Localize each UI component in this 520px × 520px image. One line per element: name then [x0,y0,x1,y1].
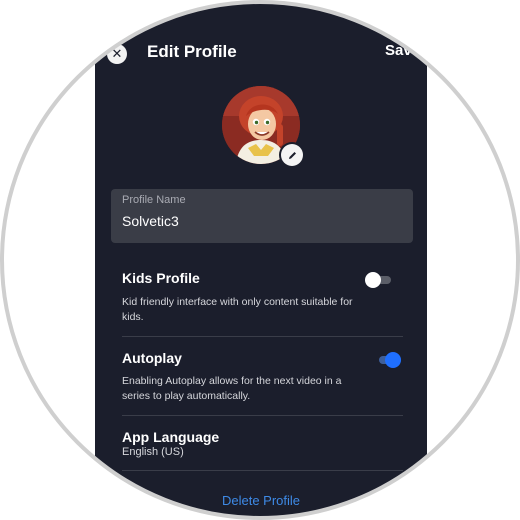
circular-frame: • ✕ Edit Profile Sav Profile Name Solvet… [2,2,518,518]
pencil-icon [288,151,296,159]
autoplay-toggle[interactable] [375,351,403,369]
autoplay-toggle-knob [385,352,401,368]
save-button[interactable]: Sav [385,42,412,59]
kids-profile-toggle-knob [365,272,381,288]
kids-profile-title: Kids Profile [122,270,200,286]
close-button[interactable]: ✕ [107,44,127,64]
divider [122,470,403,471]
app-language-title[interactable]: App Language [122,429,219,445]
page-title: Edit Profile [147,42,237,61]
edit-avatar-button[interactable] [281,144,303,166]
profile-name-input[interactable]: Solvetic3 [122,213,179,229]
close-icon: ✕ [111,46,123,61]
app-language-value: English (US) [122,446,184,458]
autoplay-title: Autoplay [122,350,182,366]
edit-profile-screen: • ✕ Edit Profile Sav Profile Name Solvet… [95,2,427,518]
delete-profile-button[interactable]: Delete Profile [95,493,427,508]
profile-name-field[interactable]: Profile Name Solvetic3 [111,189,413,243]
kids-profile-description: Kid friendly interface with only content… [122,296,353,323]
status-bar-glyph: • [169,8,174,22]
autoplay-description: Enabling Autoplay allows for the next vi… [122,375,342,402]
divider [122,415,403,416]
profile-name-label: Profile Name [122,194,186,206]
divider [122,336,403,337]
kids-profile-toggle[interactable] [365,271,393,289]
